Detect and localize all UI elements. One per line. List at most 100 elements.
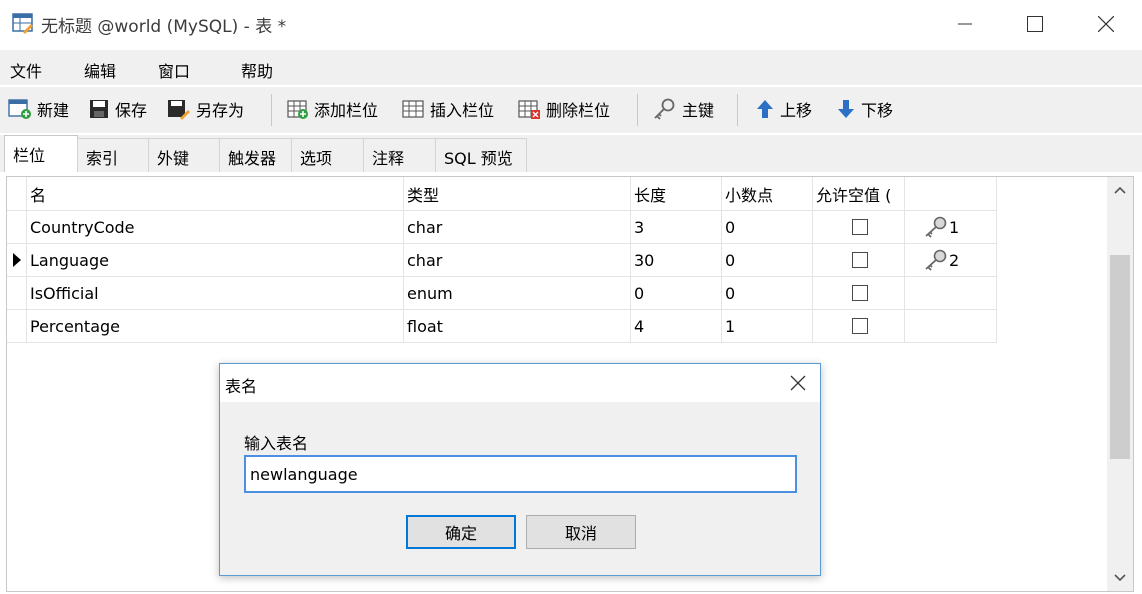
move-up-button[interactable]: 上移 <box>755 95 812 123</box>
cell-allow-null <box>813 277 905 310</box>
cell-key[interactable] <box>905 277 997 310</box>
cell-name[interactable]: CountryCode <box>27 211 404 244</box>
toolbar-separator <box>737 94 738 126</box>
new-label: 新建 <box>37 101 70 120</box>
delete-column-label: 删除栏位 <box>546 101 611 120</box>
cell-key[interactable] <box>905 310 997 343</box>
row-selector[interactable] <box>7 277 27 310</box>
key-icon <box>654 98 675 120</box>
save-button[interactable]: 保存 <box>88 95 147 123</box>
column-header-key[interactable] <box>905 177 997 211</box>
insert-column-button[interactable]: 插入栏位 <box>401 95 494 123</box>
cell-name[interactable]: Language <box>27 244 404 277</box>
cell-length[interactable]: 0 <box>631 277 722 310</box>
close-window-button[interactable] <box>1071 0 1141 47</box>
primary-key-button[interactable]: 主键 <box>653 95 714 123</box>
tab-foreign-keys[interactable]: 外键 <box>148 138 220 172</box>
column-header-type[interactable]: 类型 <box>404 177 631 211</box>
scroll-thumb[interactable] <box>1110 255 1130 459</box>
menu-bar: 文件 编辑 窗口 帮助 <box>0 50 1142 85</box>
move-down-button[interactable]: 下移 <box>836 95 893 123</box>
table-name-input[interactable] <box>244 455 797 493</box>
tab-indexes[interactable]: 索引 <box>77 138 149 172</box>
maximize-icon <box>1027 15 1043 32</box>
tab-triggers[interactable]: 触发器 <box>219 138 292 172</box>
window-title: 无标题 @world (MySQL) - 表 * <box>41 17 287 37</box>
row-selector[interactable] <box>7 310 27 343</box>
arrow-up-icon <box>757 100 773 118</box>
tab-sql-preview[interactable]: SQL 预览 <box>435 138 527 172</box>
menu-edit[interactable]: 编辑 <box>84 58 116 82</box>
toolbar-separator <box>637 94 638 126</box>
toolbar-separator <box>271 94 272 126</box>
vertical-scrollbar[interactable] <box>1107 177 1133 591</box>
toolbar: 新建 保存 另存为 添加栏位 插入栏位 删除栏位 主键 上移 下移 <box>0 87 1142 133</box>
move-up-label: 上移 <box>780 101 813 120</box>
cell-type[interactable]: char <box>404 244 631 277</box>
tab-bar: 栏位 索引 外键 触发器 选项 注释 SQL 预览 <box>0 135 1142 172</box>
allow-null-checkbox[interactable] <box>852 219 868 235</box>
cancel-button[interactable]: 取消 <box>526 515 636 549</box>
add-column-button[interactable]: 添加栏位 <box>285 95 378 123</box>
cell-key: 2 <box>905 244 997 277</box>
allow-null-checkbox[interactable] <box>852 285 868 301</box>
cell-key: 1 <box>905 211 997 244</box>
save-icon <box>90 100 108 118</box>
scroll-down-button[interactable] <box>1107 565 1133 591</box>
scroll-up-button[interactable] <box>1107 177 1133 203</box>
move-down-label: 下移 <box>861 101 894 120</box>
cell-length[interactable]: 30 <box>631 244 722 277</box>
minimize-button[interactable] <box>930 0 1000 47</box>
table-app-icon <box>12 13 33 34</box>
row-selector[interactable] <box>7 244 27 277</box>
column-header-length[interactable]: 长度 <box>631 177 722 211</box>
current-row-indicator-icon <box>12 253 21 267</box>
cell-decimals[interactable]: 0 <box>722 277 813 310</box>
cell-type[interactable]: char <box>404 211 631 244</box>
ok-button[interactable]: 确定 <box>406 515 516 549</box>
cell-name[interactable]: IsOfficial <box>27 277 404 310</box>
key-icon <box>925 216 947 238</box>
cell-type[interactable]: enum <box>404 277 631 310</box>
column-header-allow-null[interactable]: 允许空值 ( <box>813 177 905 211</box>
add-column-label: 添加栏位 <box>314 101 379 120</box>
cell-type[interactable]: float <box>404 310 631 343</box>
tab-comments[interactable]: 注释 <box>363 138 436 172</box>
allow-null-checkbox[interactable] <box>852 318 868 334</box>
menu-file[interactable]: 文件 <box>10 58 42 82</box>
cell-name[interactable]: Percentage <box>27 310 404 343</box>
chevron-up-icon <box>1114 186 1126 194</box>
primary-key-label: 主键 <box>682 101 715 120</box>
menu-help[interactable]: 帮助 <box>241 58 273 82</box>
allow-null-checkbox[interactable] <box>852 252 868 268</box>
cell-allow-null <box>813 211 905 244</box>
save-as-button[interactable]: 另存为 <box>167 95 244 123</box>
dialog-title-bar: 表名 <box>220 364 820 402</box>
delete-column-button[interactable]: 删除栏位 <box>517 95 610 123</box>
menu-window[interactable]: 窗口 <box>158 58 190 82</box>
column-header-decimals[interactable]: 小数点 <box>722 177 813 211</box>
cell-length[interactable]: 3 <box>631 211 722 244</box>
column-header-name[interactable]: 名 <box>27 177 404 211</box>
tab-options[interactable]: 选项 <box>291 138 364 172</box>
insert-column-icon <box>402 100 424 118</box>
add-column-icon <box>287 100 308 119</box>
cell-allow-null <box>813 244 905 277</box>
dialog-close-button[interactable] <box>788 373 808 393</box>
cell-decimals[interactable]: 1 <box>722 310 813 343</box>
save-as-label: 另存为 <box>196 101 245 120</box>
close-icon <box>1098 15 1114 32</box>
minimize-icon <box>958 23 972 24</box>
maximize-button[interactable] <box>1000 0 1070 47</box>
row-selector[interactable] <box>7 211 27 244</box>
tab-fields[interactable]: 栏位 <box>4 135 78 172</box>
cell-decimals[interactable]: 0 <box>722 244 813 277</box>
new-button[interactable]: 新建 <box>8 95 69 123</box>
dialog-title: 表名 <box>225 377 258 396</box>
cell-decimals[interactable]: 0 <box>722 211 813 244</box>
key-order: 2 <box>949 250 960 270</box>
cell-length[interactable]: 4 <box>631 310 722 343</box>
table-name-dialog: 表名 输入表名 确定 取消 <box>219 363 821 576</box>
insert-column-label: 插入栏位 <box>430 101 495 120</box>
save-label: 保存 <box>115 101 148 120</box>
